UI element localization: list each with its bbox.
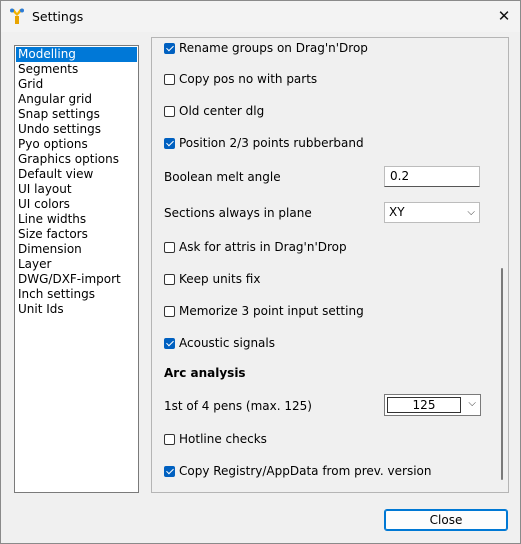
close-button[interactable]: Close: [384, 509, 508, 531]
nav-item-graphics-options[interactable]: Graphics options: [16, 152, 137, 167]
panel-scrollbar-thumb[interactable]: [501, 268, 503, 480]
position-rubberband-checkbox[interactable]: Position 2/3 points rubberband: [164, 134, 364, 152]
checkbox-box[interactable]: [164, 305, 175, 317]
copy-pos-label: Copy pos no with parts: [179, 72, 318, 86]
ask-attris-checkbox[interactable]: Ask for attris in Drag'n'Drop: [164, 238, 347, 256]
rename-groups-label: Rename groups on Drag'n'Drop: [179, 41, 368, 55]
acoustic-signals-checkbox[interactable]: Acoustic signals: [164, 334, 275, 352]
settings-window: Settings ✕ Modelling Segments Grid Angular …: [0, 0, 521, 544]
checkbox-box[interactable]: [164, 137, 175, 149]
nav-item-line-widths[interactable]: Line widths: [16, 212, 137, 227]
checkbox-box[interactable]: [164, 465, 175, 477]
modelling-settings-panel: Rename groups on Drag'n'Drop Copy pos no…: [151, 37, 509, 493]
nav-item-undo-settings[interactable]: Undo settings: [16, 122, 137, 137]
memorize-input-label: Memorize 3 point input setting: [179, 304, 364, 318]
arc-analysis-heading: Arc analysis: [164, 366, 246, 380]
checkbox-box[interactable]: [164, 273, 175, 285]
copy-registry-label: Copy Registry/AppData from prev. version: [179, 464, 432, 478]
old-center-label: Old center dlg: [179, 104, 265, 118]
nav-item-modelling[interactable]: Modelling: [16, 47, 137, 62]
nav-item-default-view[interactable]: Default view: [16, 167, 137, 182]
nav-item-segments[interactable]: Segments: [16, 62, 137, 77]
ask-attris-label: Ask for attris in Drag'n'Drop: [179, 240, 347, 254]
position-rubberband-label: Position 2/3 points rubberband: [179, 136, 364, 150]
sections-plane-select[interactable]: XY ⌵: [384, 202, 480, 223]
hotline-checks-label: Hotline checks: [179, 432, 267, 446]
nav-item-pyo-options[interactable]: Pyo options: [16, 137, 137, 152]
title-bar: Settings ✕: [1, 1, 520, 32]
nav-item-unit-ids[interactable]: Unit Ids: [16, 302, 137, 317]
boolean-melt-angle-input[interactable]: 0.2: [384, 166, 480, 187]
hotline-checks-checkbox[interactable]: Hotline checks: [164, 430, 267, 448]
nav-item-snap-settings[interactable]: Snap settings: [16, 107, 137, 122]
checkbox-box[interactable]: [164, 73, 175, 85]
nav-item-grid[interactable]: Grid: [16, 77, 137, 92]
pens-value[interactable]: 125: [387, 397, 461, 413]
keep-units-label: Keep units fix: [179, 272, 261, 286]
copy-pos-checkbox[interactable]: Copy pos no with parts: [164, 70, 317, 88]
boolean-melt-angle-label: Boolean melt angle: [164, 170, 281, 184]
close-window-icon[interactable]: ✕: [489, 3, 519, 29]
app-icon: [10, 8, 24, 24]
nav-item-dimension[interactable]: Dimension: [16, 242, 137, 257]
rename-groups-checkbox[interactable]: Rename groups on Drag'n'Drop: [164, 39, 368, 57]
checkbox-box[interactable]: [164, 433, 175, 445]
copy-registry-checkbox[interactable]: Copy Registry/AppData from prev. version: [164, 462, 432, 480]
nav-item-inch-settings[interactable]: Inch settings: [16, 287, 137, 302]
nav-item-ui-layout[interactable]: UI layout: [16, 182, 137, 197]
settings-category-list[interactable]: Modelling Segments Grid Angular grid Snap se…: [14, 45, 139, 493]
sections-plane-value: XY: [389, 205, 405, 219]
nav-item-layer[interactable]: Layer: [16, 257, 137, 272]
sections-plane-label: Sections always in plane: [164, 206, 312, 220]
checkbox-box[interactable]: [164, 337, 175, 349]
memorize-input-checkbox[interactable]: Memorize 3 point input setting: [164, 302, 364, 320]
checkbox-box[interactable]: [164, 241, 175, 253]
acoustic-signals-label: Acoustic signals: [179, 336, 275, 350]
nav-item-size-factors[interactable]: Size factors: [16, 227, 137, 242]
window-title: Settings: [32, 9, 84, 24]
chevron-down-icon[interactable]: ⌵: [468, 398, 476, 409]
nav-item-angular-grid[interactable]: Angular grid: [16, 92, 137, 107]
nav-item-ui-colors[interactable]: UI colors: [16, 197, 137, 212]
nav-item-dwg-dxf-import[interactable]: DWG/DXF-import: [16, 272, 137, 287]
pens-select[interactable]: 125 ⌵: [384, 394, 481, 416]
chevron-down-icon[interactable]: ⌵: [467, 203, 475, 222]
keep-units-checkbox[interactable]: Keep units fix: [164, 270, 260, 288]
checkbox-box[interactable]: [164, 105, 175, 117]
pens-label: 1st of 4 pens (max. 125): [164, 399, 312, 413]
old-center-checkbox[interactable]: Old center dlg: [164, 102, 264, 120]
checkbox-box[interactable]: [164, 42, 175, 54]
